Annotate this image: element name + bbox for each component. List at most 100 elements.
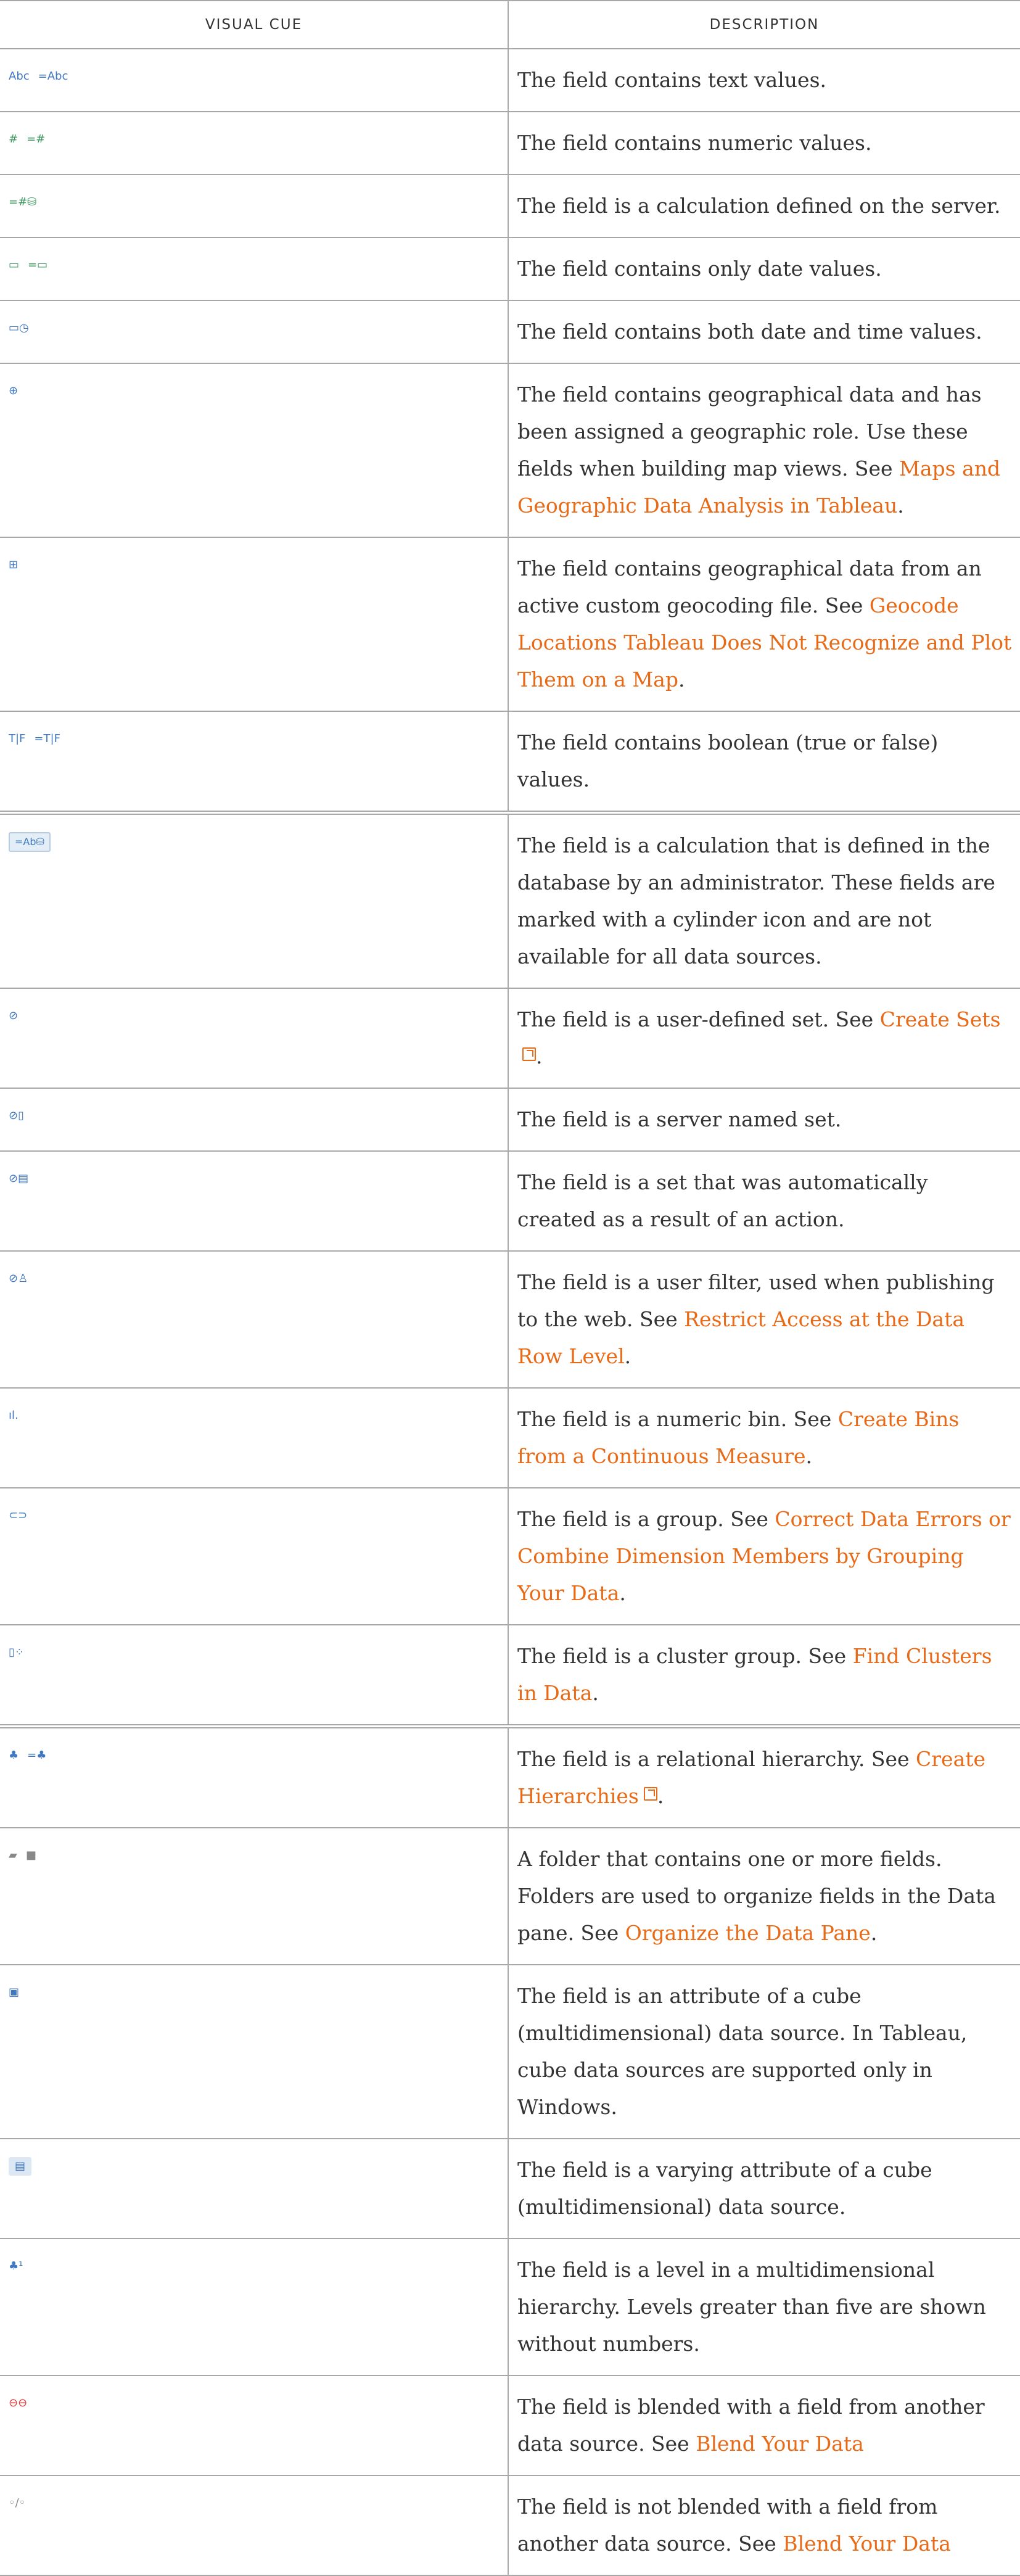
server-set-icon: ⊘▯ — [9, 1109, 24, 1122]
visual-cue-cell: ⊘▤ — [0, 1150, 509, 1252]
boolean-calc-icon: =T|F — [34, 732, 60, 745]
table-row: =#⛁ The field is a calculation defined on… — [0, 174, 1020, 238]
visual-cue-cell: ▭ =▭ — [0, 237, 509, 301]
description-cell: A folder that contains one or more field… — [508, 1827, 1020, 1965]
visual-cue-cell: ▤ — [0, 2138, 509, 2239]
punctuation: . — [897, 493, 904, 518]
table-row: ▣ The field is an attribute of a cube (mu… — [0, 1964, 1020, 2139]
punctuation: . — [678, 667, 685, 691]
server-calc-icon: =#⛁ — [9, 196, 37, 208]
hierarchy-calc-icon: =♣ — [27, 1749, 47, 1762]
visual-cue-cell: ⊘▯ — [0, 1088, 509, 1152]
description-text: The field contains both date and time va… — [517, 320, 982, 344]
description-cell: The field contains only date values. — [508, 237, 1020, 301]
description-cell: The field contains both date and time va… — [508, 300, 1020, 364]
description-cell: The field is a calculation defined on th… — [508, 174, 1020, 238]
visual-cue-cell: ▭◷ — [0, 300, 509, 364]
cluster-icon: ▯⁘ — [9, 1646, 24, 1659]
visual-cue-cell: Abc =Abc — [0, 48, 509, 112]
table-row: ⊘♙ The field is a user filter, used when … — [0, 1250, 1020, 1389]
description-text: The field is a user-defined set. See — [517, 1007, 880, 1031]
visual-cue-cell: ⊘♙ — [0, 1250, 509, 1389]
text-icon: Abc — [9, 70, 30, 83]
punctuation: . — [870, 1921, 878, 1945]
hierarchy-icon: ♣ — [9, 1749, 19, 1762]
visual-cue-cell: ıl. — [0, 1387, 509, 1488]
description-cell: The field is a numeric bin. See Create B… — [508, 1387, 1020, 1488]
description-cell: The field is a level in a multidimension… — [508, 2238, 1020, 2376]
table-row: ⊖⊖ The field is blended with a field from… — [0, 2375, 1020, 2476]
description-text: The field is a numeric bin. See — [517, 1407, 838, 1431]
description-cell: The field is a user filter, used when pu… — [508, 1250, 1020, 1389]
description-cell: The field is an attribute of a cube (mul… — [508, 1964, 1020, 2139]
link-icon: ⊖⊖ — [9, 2396, 28, 2409]
table-row: ⊕ The field contains geographical data an… — [0, 363, 1020, 538]
description-text: The field is a calculation defined on th… — [517, 194, 1001, 218]
table-row: ▯⁘ The field is a cluster group. See Find… — [0, 1624, 1020, 1727]
folder-icon: ■ — [25, 1849, 36, 1862]
external-link-icon[interactable] — [522, 1047, 536, 1061]
description-text: The field is a level in a multidimension… — [517, 2258, 986, 2356]
description-text: The field is an attribute of a cube (mul… — [517, 1984, 968, 2119]
description-cell: The field is blended with a field from a… — [508, 2375, 1020, 2476]
visual-cue-cell: ⊕ — [0, 363, 509, 538]
number-icon: # — [9, 133, 19, 146]
table-header-row: VISUAL CUE DESCRIPTION — [0, 0, 1020, 49]
punctuation: . — [619, 1581, 626, 1605]
folder-open-icon: ▰ — [9, 1849, 17, 1862]
date-calc-icon: =▭ — [28, 258, 48, 271]
table-row: ıl. The field is a numeric bin. See Creat… — [0, 1387, 1020, 1488]
visual-cue-cell: ▰ ■ — [0, 1827, 509, 1965]
help-link[interactable]: Create Sets — [880, 1007, 1001, 1031]
visual-cue-cell: ▯⁘ — [0, 1624, 509, 1727]
varying-attribute-icon: ▤ — [9, 2157, 32, 2176]
description-cell: The field is not blended with a field fr… — [508, 2475, 1020, 2576]
datetime-icon: ▭◷ — [9, 321, 29, 334]
date-icon: ▭ — [9, 258, 20, 271]
description-cell: The field contains boolean (true or fals… — [508, 711, 1020, 814]
bin-icon: ıl. — [9, 1409, 19, 1422]
table-row: ▤ The field is a varying attribute of a c… — [0, 2138, 1020, 2239]
description-cell: The field contains text values. — [508, 48, 1020, 112]
help-link[interactable]: Organize the Data Pane — [625, 1921, 871, 1945]
description-cell: The field is a server named set. — [508, 1088, 1020, 1152]
table-row: ♣¹ The field is a level in a multidimensi… — [0, 2238, 1020, 2376]
level-icon: ♣¹ — [9, 2260, 23, 2273]
database-calc-icon: =Ab⛁ — [9, 832, 51, 852]
external-link-icon[interactable] — [643, 1787, 657, 1801]
table-row: T|F =T|F The field contains boolean (true … — [0, 711, 1020, 814]
visual-cue-cell: ♣¹ — [0, 2238, 509, 2376]
table-row: Abc =Abc The field contains text values. — [0, 48, 1020, 112]
description-text: The field is a server named set. — [517, 1107, 842, 1131]
visual-cue-cell: ⊘ — [0, 988, 509, 1089]
visual-cue-cell: ⊞ — [0, 537, 509, 712]
visual-cue-cell: ⊂⊃ — [0, 1487, 509, 1625]
table-row: # =# The field contains numeric values. — [0, 111, 1020, 175]
table-row: ⊞ The field contains geographical data fr… — [0, 537, 1020, 712]
description-cell: The field is a cluster group. See Find C… — [508, 1624, 1020, 1727]
description-cell: The field is a group. See Correct Data E… — [508, 1487, 1020, 1625]
table-row: ▰ ■ A folder that contains one or more fie… — [0, 1827, 1020, 1965]
visual-cue-header: VISUAL CUE — [0, 0, 509, 49]
help-link[interactable]: Blend Your Data — [696, 2432, 864, 2456]
description-cell: The field is a relational hierarchy. See… — [508, 1724, 1020, 1828]
visual-cue-cell: ♣ =♣ — [0, 1724, 509, 1828]
table-row: ▭ =▭ The field contains only date values. — [0, 237, 1020, 301]
description-cell: The field contains geographical data and… — [508, 363, 1020, 538]
table-body: Abc =Abc The field contains text values. # =… — [0, 48, 1020, 2576]
visual-cue-cell: T|F =T|F — [0, 711, 509, 814]
punctuation: . — [805, 1444, 813, 1468]
help-link[interactable]: Blend Your Data — [783, 2532, 951, 2556]
visual-cue-cell: ◦/◦ — [0, 2475, 509, 2576]
visual-cue-table: VISUAL CUE DESCRIPTION Abc =Abc The field … — [0, 0, 1020, 2576]
description-cell: The field is a varying attribute of a cu… — [508, 2138, 1020, 2239]
visual-cue-cell: ⊖⊖ — [0, 2375, 509, 2476]
description-text: The field contains only date values. — [517, 257, 882, 281]
group-icon: ⊂⊃ — [9, 1509, 28, 1522]
table-row: ⊘▯ The field is a server named set. — [0, 1088, 1020, 1152]
description-text: The field is a cluster group. See — [517, 1644, 853, 1668]
description-text: The field is a group. See — [517, 1507, 775, 1531]
number-calc-icon: =# — [27, 133, 46, 146]
description-text: The field is a set that was automaticall… — [517, 1170, 928, 1231]
action-set-icon: ⊘▤ — [9, 1172, 29, 1185]
